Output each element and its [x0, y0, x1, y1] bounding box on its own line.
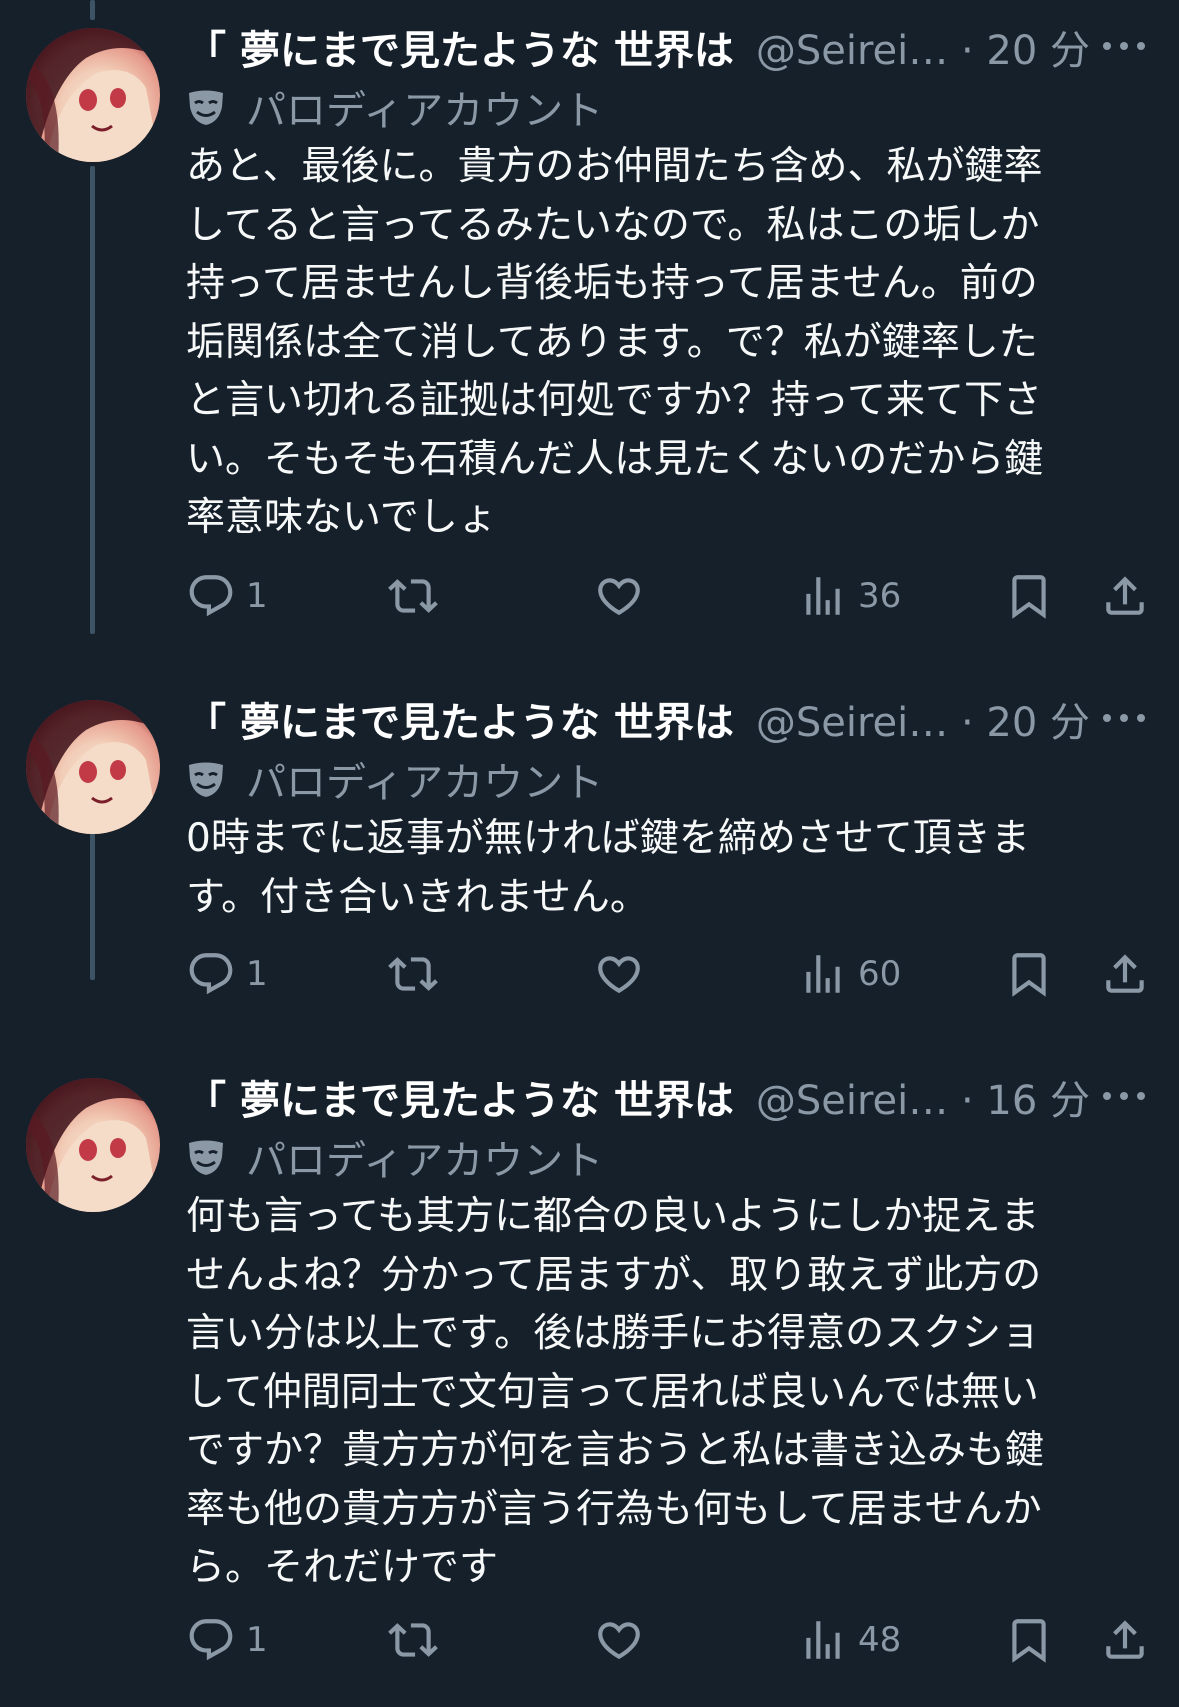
display-name[interactable]: 「 夢にまで見たような 世界は — [186, 18, 734, 76]
avatar[interactable] — [26, 28, 160, 162]
heart-icon — [598, 1622, 640, 1660]
retweet-icon — [388, 957, 438, 991]
tweet-actions: 1 60 — [186, 944, 1179, 1004]
reply-count: 1 — [246, 1620, 268, 1660]
views-chart-icon — [806, 577, 840, 615]
share-icon — [1106, 1620, 1144, 1659]
view-count: 48 — [858, 1620, 902, 1660]
like-button[interactable] — [594, 1610, 644, 1670]
more-horizontal-icon[interactable] — [1101, 36, 1147, 56]
view-count: 60 — [858, 954, 902, 994]
handle-and-time[interactable]: @Seirei… · 20 分 — [756, 690, 1090, 748]
parody-text: パロディアカウント — [246, 1138, 604, 1184]
mask-icon — [189, 762, 223, 797]
bookmark-icon — [1012, 953, 1046, 997]
retweet-button[interactable] — [388, 566, 438, 626]
thread-line — [90, 166, 95, 634]
display-name[interactable]: 「 夢にまで見たような 世界は — [186, 1068, 734, 1126]
views-chart-icon — [806, 1621, 840, 1659]
reply-count: 1 — [246, 954, 268, 994]
bookmark-button[interactable] — [1004, 944, 1054, 1004]
parody-text: パロディアカウント — [246, 88, 604, 134]
tweet-text: 0時までに返事が無ければ鍵を締めさせて頂きま す。付き合いきれません。 — [186, 816, 1030, 920]
avatar[interactable] — [26, 1078, 160, 1212]
retweet-button[interactable] — [388, 1610, 438, 1670]
more-horizontal-icon[interactable] — [1101, 708, 1147, 728]
views-chart-icon — [806, 955, 840, 993]
tweet-header: 「 夢にまで見たような 世界は @Seirei… · 20 分 — [186, 688, 1161, 750]
bookmark-icon — [1012, 1619, 1046, 1663]
thread-line — [90, 0, 95, 20]
retweet-button[interactable] — [388, 944, 438, 1004]
heart-icon — [598, 956, 640, 994]
reply-icon — [189, 1619, 233, 1661]
bookmark-icon — [1012, 575, 1046, 619]
more-horizontal-icon[interactable] — [1101, 1086, 1147, 1106]
parody-label: パロディアカウント — [186, 1128, 1161, 1186]
tweet-text: 何も言っても其方に都合の良いようにしか捉えま せんよね？分かって居ますが、取り敢… — [186, 1194, 1045, 1590]
views-button[interactable]: 60 — [798, 944, 901, 1004]
like-button[interactable] — [594, 566, 644, 626]
reply-count: 1 — [246, 576, 268, 616]
display-name[interactable]: 「 夢にまで見たような 世界は — [186, 690, 734, 748]
tweet-actions: 1 48 — [186, 1610, 1179, 1670]
views-button[interactable]: 36 — [798, 566, 901, 626]
parody-label: パロディアカウント — [186, 78, 1161, 136]
share-icon — [1106, 954, 1144, 993]
reply-button[interactable]: 1 — [186, 1610, 268, 1670]
views-button[interactable]: 48 — [798, 1610, 901, 1670]
reply-icon — [189, 575, 233, 617]
retweet-icon — [388, 1623, 438, 1657]
share-button[interactable] — [1100, 944, 1150, 1004]
parody-label: パロディアカウント — [186, 750, 1161, 808]
retweet-icon — [388, 579, 438, 613]
reply-button[interactable]: 1 — [186, 944, 268, 1004]
tweet-actions: 1 36 — [186, 566, 1179, 626]
mask-icon — [189, 90, 223, 125]
view-count: 36 — [858, 576, 902, 616]
heart-icon — [598, 578, 640, 616]
handle-and-time[interactable]: @Seirei… · 16 分 — [756, 1068, 1090, 1126]
tweet-text: あと、最後に。貴方のお仲間たち含め、私が鍵率 してると言ってるみたいなので。私は… — [186, 144, 1044, 540]
avatar[interactable] — [26, 700, 160, 834]
tweet-header: 「 夢にまで見たような 世界は @Seirei… · 16 分 — [186, 1066, 1161, 1128]
share-icon — [1106, 576, 1144, 615]
share-button[interactable] — [1100, 1610, 1150, 1670]
bookmark-button[interactable] — [1004, 566, 1054, 626]
reply-icon — [189, 953, 233, 995]
mask-icon — [189, 1140, 223, 1175]
tweet-header: 「 夢にまで見たような 世界は @Seirei… · 20 分 — [186, 16, 1161, 78]
like-button[interactable] — [594, 944, 644, 1004]
bookmark-button[interactable] — [1004, 1610, 1054, 1670]
handle-and-time[interactable]: @Seirei… · 20 分 — [756, 18, 1090, 76]
parody-text: パロディアカウント — [246, 760, 604, 806]
reply-button[interactable]: 1 — [186, 566, 268, 626]
share-button[interactable] — [1100, 566, 1150, 626]
